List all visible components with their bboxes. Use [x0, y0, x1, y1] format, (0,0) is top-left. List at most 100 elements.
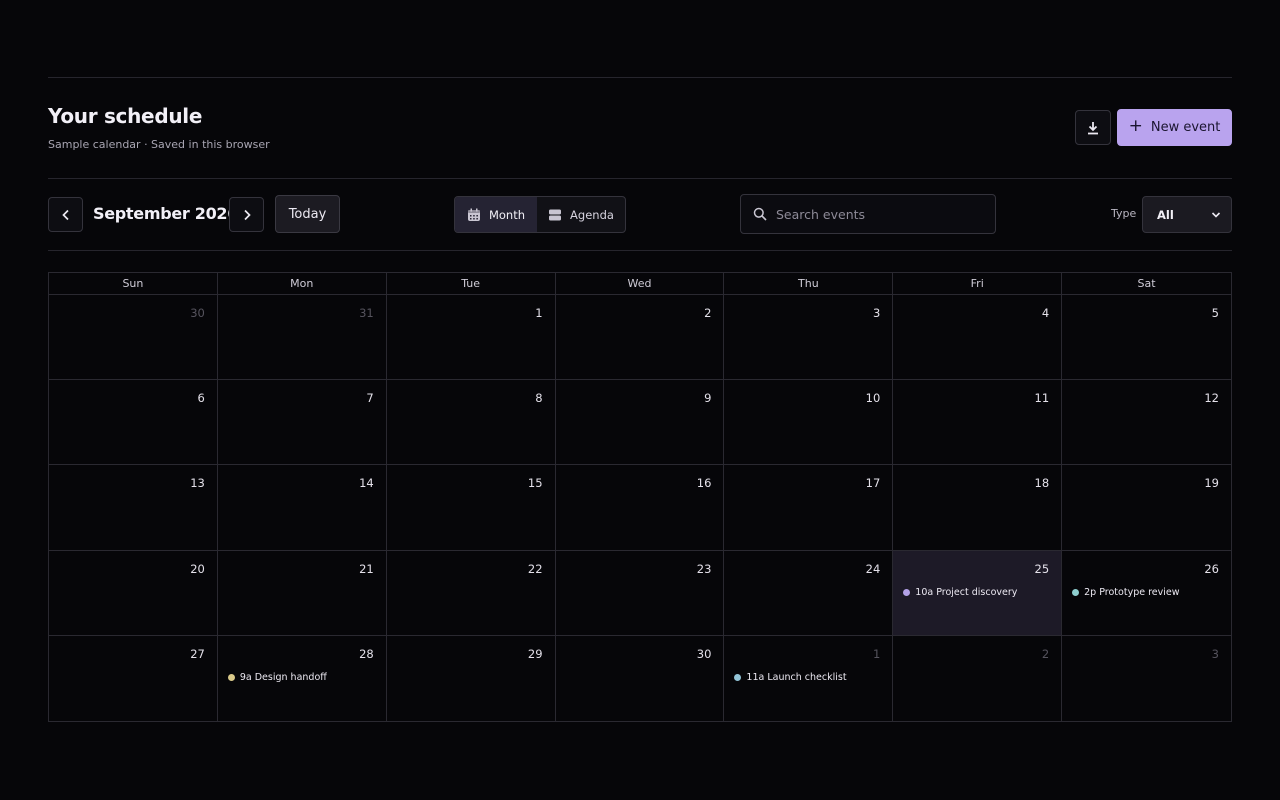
day-cell[interactable]: 10 — [724, 380, 894, 466]
day-number: 27 — [190, 646, 205, 661]
event-chip[interactable]: 11a Launch checklist — [734, 672, 847, 683]
day-number: 23 — [696, 561, 712, 576]
day-cell[interactable]: 29 — [387, 635, 556, 721]
day-cell[interactable]: 8 — [386, 380, 556, 466]
day-number: 17 — [865, 476, 881, 491]
download-icon — [1088, 121, 1098, 134]
weekday-header: Fri — [893, 273, 1063, 295]
day-number: 30 — [696, 646, 712, 661]
day-cell[interactable]: 15 — [386, 465, 556, 551]
day-cell[interactable]: 16 — [555, 465, 725, 551]
day-number: 3 — [1211, 646, 1219, 661]
calendar-icon — [467, 208, 480, 221]
day-number: 1 — [535, 306, 543, 320]
day-number: 5 — [1211, 306, 1219, 320]
current-month-label: September 2026 — [93, 204, 239, 223]
day-cell[interactable]: 30 — [49, 295, 218, 381]
day-number: 22 — [527, 561, 543, 576]
day-cell[interactable]: 18 — [893, 465, 1063, 551]
day-cell[interactable]: 2 — [555, 295, 725, 381]
day-cell[interactable]: 12 — [1062, 380, 1231, 466]
event-chip[interactable]: 9a Design handoff — [227, 671, 327, 683]
page-subtitle: Sample calendar · Saved in this browser — [48, 138, 270, 151]
event-label: 9a Design handoff — [239, 671, 327, 683]
day-cell[interactable]: 28 9a Design handoff — [218, 635, 387, 721]
day-number: 31 — [359, 306, 374, 320]
today-button[interactable]: Today — [275, 195, 340, 233]
day-cell[interactable]: 5 — [1062, 295, 1231, 381]
type-filter-select[interactable]: All — [1142, 196, 1232, 233]
plus-icon: + — [1128, 116, 1143, 136]
event-chip[interactable]: 10a Project discovery — [903, 587, 1017, 598]
day-number: 24 — [865, 561, 881, 576]
day-number: 19 — [1204, 476, 1219, 491]
header-divider — [48, 178, 1232, 179]
chevron-right-icon — [243, 209, 251, 220]
next-month-button[interactable] — [229, 197, 264, 232]
day-number: 8 — [535, 391, 543, 406]
event-label: 2p Prototype review — [1084, 586, 1180, 598]
event-color-dot — [903, 588, 911, 596]
day-number: 2 — [704, 306, 712, 320]
day-cell[interactable]: 7 — [217, 380, 387, 466]
day-cell[interactable]: 11 — [893, 380, 1063, 466]
day-number: 15 — [527, 476, 543, 491]
month-view-button[interactable]: Month — [455, 197, 537, 232]
type-filter-value: All — [1157, 207, 1174, 222]
agenda-view-button[interactable]: Agenda — [537, 197, 625, 232]
day-cell[interactable]: 21 — [217, 550, 387, 636]
day-number: 9 — [704, 391, 712, 406]
weekday-header: Mon — [217, 273, 387, 295]
weekday-header: Sat — [1062, 273, 1231, 295]
day-cell[interactable]: 2 — [893, 635, 1063, 721]
list-icon — [549, 209, 562, 220]
day-cell[interactable]: 20 — [49, 550, 218, 636]
day-number: 26 — [1204, 561, 1219, 576]
day-number: 25 — [1034, 561, 1050, 576]
view-toggle: Month Agenda — [454, 196, 626, 233]
day-cell[interactable]: 17 — [724, 465, 894, 551]
day-cell[interactable]: 14 — [217, 465, 387, 551]
day-number: 29 — [527, 646, 543, 661]
download-button[interactable] — [1075, 110, 1111, 145]
page-title: Your schedule — [48, 104, 203, 128]
new-event-button[interactable]: + New event — [1117, 109, 1232, 146]
agenda-view-label: Agenda — [570, 207, 614, 222]
day-cell[interactable]: 26 2p Prototype review — [1062, 551, 1231, 636]
day-cell[interactable]: 27 — [49, 635, 218, 721]
day-number: 12 — [1204, 391, 1219, 406]
search-box — [740, 194, 996, 234]
day-cell[interactable]: 24 — [724, 550, 894, 636]
day-number: 18 — [1034, 476, 1050, 491]
day-cell[interactable]: 1 11a Launch checklist — [724, 635, 894, 721]
day-number: 7 — [366, 391, 374, 406]
day-cell[interactable]: 19 — [1062, 465, 1231, 551]
day-cell[interactable]: 9 — [555, 380, 725, 466]
day-cell-today[interactable]: 25 10a Project discovery — [893, 550, 1063, 636]
day-cell[interactable]: 31 — [217, 295, 387, 381]
month-grid: Sun Mon Tue Wed Thu Fri Sat 30 31 1 2 3 4 5 6 7 8 9 10 11 12… — [48, 272, 1232, 722]
day-cell[interactable]: 23 — [555, 550, 725, 636]
day-cell[interactable]: 30 — [556, 635, 725, 721]
search-input[interactable] — [776, 206, 976, 222]
day-number: 30 — [190, 306, 205, 320]
day-cell[interactable]: 22 — [386, 550, 556, 636]
day-number: 20 — [190, 561, 205, 576]
day-cell[interactable]: 3 — [724, 295, 894, 381]
day-cell[interactable]: 1 — [386, 295, 556, 381]
day-number: 3 — [872, 306, 881, 320]
day-cell[interactable]: 6 — [49, 380, 218, 466]
day-number: 4 — [1041, 306, 1050, 320]
chevron-left-icon — [61, 209, 69, 220]
day-number: 1 — [872, 646, 881, 661]
day-number: 2 — [1041, 646, 1050, 661]
day-cell[interactable]: 13 — [49, 465, 218, 551]
previous-month-button[interactable] — [48, 197, 83, 232]
event-chip[interactable]: 2p Prototype review — [1072, 586, 1180, 598]
type-filter-label: Type — [1111, 207, 1137, 220]
day-number: 21 — [359, 561, 374, 576]
day-cell[interactable]: 4 — [893, 295, 1063, 381]
toolbar-divider — [48, 250, 1232, 251]
weekday-header: Wed — [555, 273, 725, 295]
day-cell[interactable]: 3 — [1062, 636, 1231, 721]
